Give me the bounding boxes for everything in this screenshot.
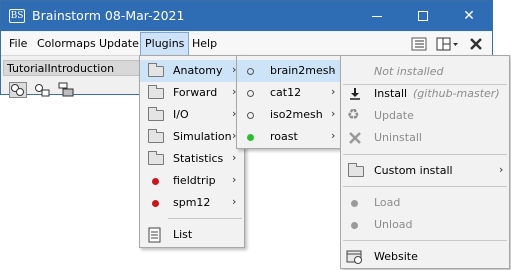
menu-item-label: I/O bbox=[173, 108, 189, 121]
menu-item-label: Forward bbox=[173, 86, 218, 99]
menu-update[interactable]: Update bbox=[95, 32, 143, 56]
protocol-tab[interactable]: TutorialIntroduction bbox=[3, 60, 143, 76]
menu-item-label: brain2mesh bbox=[270, 64, 336, 77]
website-label: Website bbox=[374, 250, 418, 263]
data-view-icon[interactable] bbox=[33, 82, 51, 98]
custom-install-label: Custom install bbox=[374, 164, 453, 177]
menu-separator bbox=[343, 240, 507, 241]
menu-item-custom-install[interactable]: Custom install › bbox=[341, 160, 509, 182]
menu-item-update[interactable]: ♻ Update bbox=[341, 105, 509, 127]
submenu-arrow-icon: › bbox=[331, 129, 336, 142]
plugin-actions-menu: Not installed Install (github-master) ♻ … bbox=[340, 55, 510, 269]
menu-item-roast[interactable]: roast › bbox=[237, 126, 341, 148]
window-title: Brainstorm 08-Mar-2021 bbox=[32, 8, 185, 23]
update-label: Update bbox=[374, 109, 414, 122]
load-label: Load bbox=[374, 196, 401, 209]
hollow-dot-icon bbox=[247, 112, 254, 119]
menu-colormaps[interactable]: Colormaps bbox=[33, 32, 100, 56]
menu-item-load[interactable]: Load bbox=[341, 192, 509, 214]
minimize-button[interactable] bbox=[354, 1, 400, 31]
menu-separator bbox=[168, 218, 242, 219]
brainstorm-logo-icon: BS bbox=[9, 9, 25, 23]
install-source-note: (github-master) bbox=[413, 87, 500, 100]
menu-help[interactable]: Help bbox=[188, 32, 221, 56]
menu-item-uninstall[interactable]: Uninstall bbox=[341, 127, 509, 149]
folder-icon bbox=[148, 63, 164, 77]
menu-item-label: List bbox=[173, 228, 193, 241]
menu-item-simulation[interactable]: Simulation › bbox=[140, 126, 244, 148]
submenu-arrow-icon: › bbox=[232, 173, 237, 186]
website-icon bbox=[346, 250, 362, 264]
menu-item-label: cat12 bbox=[270, 86, 302, 99]
menu-item-label: fieldtrip bbox=[173, 174, 216, 187]
menu-item-spm12[interactable]: spm12 › bbox=[140, 192, 244, 214]
submenu-arrow-icon: › bbox=[499, 163, 504, 176]
menu-item-statistics[interactable]: Statistics › bbox=[140, 148, 244, 170]
menu-item-website[interactable]: Website bbox=[341, 246, 509, 268]
subjects-view-icon[interactable] bbox=[9, 82, 27, 98]
unload-label: Unload bbox=[374, 218, 413, 231]
close-icon: ✕ bbox=[463, 8, 475, 24]
maximize-button[interactable] bbox=[400, 1, 446, 31]
document-icon bbox=[148, 227, 161, 243]
layout-grid-dropdown-icon[interactable] bbox=[436, 37, 460, 51]
folder-icon bbox=[148, 151, 164, 165]
menu-item-label: spm12 bbox=[173, 196, 211, 209]
uninstall-x-icon bbox=[349, 132, 361, 144]
close-button[interactable]: ✕ bbox=[446, 1, 492, 31]
folder-icon bbox=[148, 107, 164, 121]
menu-item-label: Simulation bbox=[173, 130, 232, 143]
menu-item-io[interactable]: I/O › bbox=[140, 104, 244, 126]
layout-list-icon[interactable] bbox=[411, 37, 427, 51]
close-tools-icon[interactable] bbox=[468, 37, 484, 51]
download-icon bbox=[350, 88, 360, 100]
folder-icon bbox=[148, 129, 164, 143]
red-dot-icon bbox=[152, 200, 159, 207]
plugin-status-label: Not installed bbox=[374, 65, 444, 78]
minimize-icon bbox=[372, 15, 382, 17]
menu-item-label: iso2mesh bbox=[270, 108, 323, 121]
menu-item-label: Statistics bbox=[173, 152, 224, 165]
submenu-arrow-icon: › bbox=[331, 85, 336, 98]
menu-item-fieldtrip[interactable]: fieldtrip › bbox=[140, 170, 244, 192]
title-bar[interactable]: BS Brainstorm 08-Mar-2021 ✕ bbox=[1, 1, 492, 31]
grey-dot-icon bbox=[351, 222, 358, 229]
plugins-menu: Anatomy › Forward › I/O › Simulation › S… bbox=[139, 55, 245, 248]
submenu-arrow-icon: › bbox=[331, 63, 336, 76]
red-dot-icon bbox=[152, 178, 159, 185]
hollow-dot-icon bbox=[247, 90, 254, 97]
menu-item-anatomy[interactable]: Anatomy › bbox=[140, 60, 244, 82]
maximize-icon bbox=[418, 11, 428, 21]
menu-item-list[interactable]: List bbox=[140, 224, 244, 246]
menu-file[interactable]: File bbox=[5, 32, 31, 56]
submenu-arrow-icon: › bbox=[331, 107, 336, 120]
update-icon: ♻ bbox=[347, 107, 360, 123]
menu-item-install[interactable]: Install (github-master) bbox=[341, 83, 509, 105]
menu-item-forward[interactable]: Forward › bbox=[140, 82, 244, 104]
hollow-dot-icon bbox=[247, 68, 254, 75]
menu-item-iso2mesh[interactable]: iso2mesh › bbox=[237, 104, 341, 126]
anatomy-submenu: brain2mesh › cat12 › iso2mesh › roast › bbox=[236, 55, 342, 149]
menu-separator bbox=[343, 154, 507, 155]
menu-item-label: roast bbox=[270, 130, 298, 143]
install-label: Install bbox=[374, 87, 408, 100]
folder-icon bbox=[148, 85, 164, 99]
submenu-arrow-icon: › bbox=[232, 151, 237, 164]
menu-item-label: Anatomy bbox=[173, 64, 223, 77]
folder-icon bbox=[348, 163, 364, 177]
menu-bar: File Colormaps Update Plugins Help bbox=[1, 32, 492, 56]
menu-item-cat12[interactable]: cat12 › bbox=[237, 82, 341, 104]
menu-item-unload[interactable]: Unload bbox=[341, 214, 509, 236]
menu-plugins[interactable]: Plugins bbox=[140, 32, 190, 56]
study-view-icon[interactable] bbox=[57, 82, 75, 98]
uninstall-label: Uninstall bbox=[374, 131, 422, 144]
grey-dot-icon bbox=[351, 200, 358, 207]
submenu-arrow-icon: › bbox=[232, 195, 237, 208]
protocol-tab-label: TutorialIntroduction bbox=[7, 62, 115, 75]
green-dot-icon bbox=[247, 134, 254, 141]
menu-separator bbox=[343, 186, 507, 187]
menu-item-brain2mesh[interactable]: brain2mesh › bbox=[237, 60, 341, 82]
